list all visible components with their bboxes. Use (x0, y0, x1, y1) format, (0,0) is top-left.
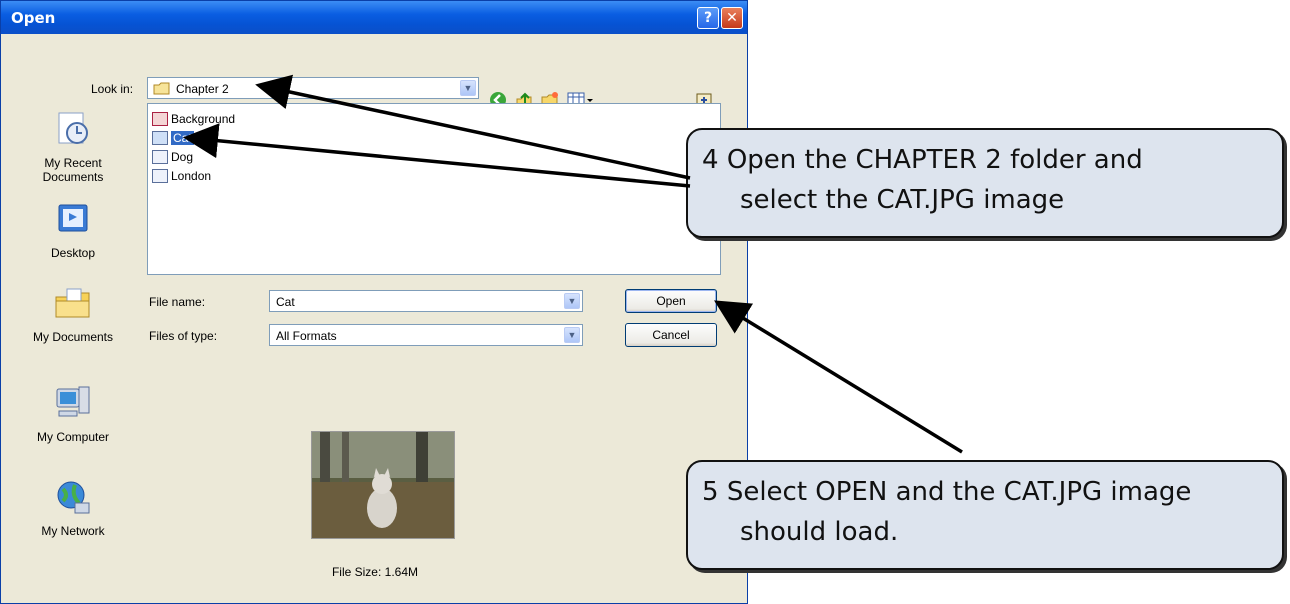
pointer-arrows (183, 74, 963, 454)
arrow-to-open-button (714, 300, 963, 454)
